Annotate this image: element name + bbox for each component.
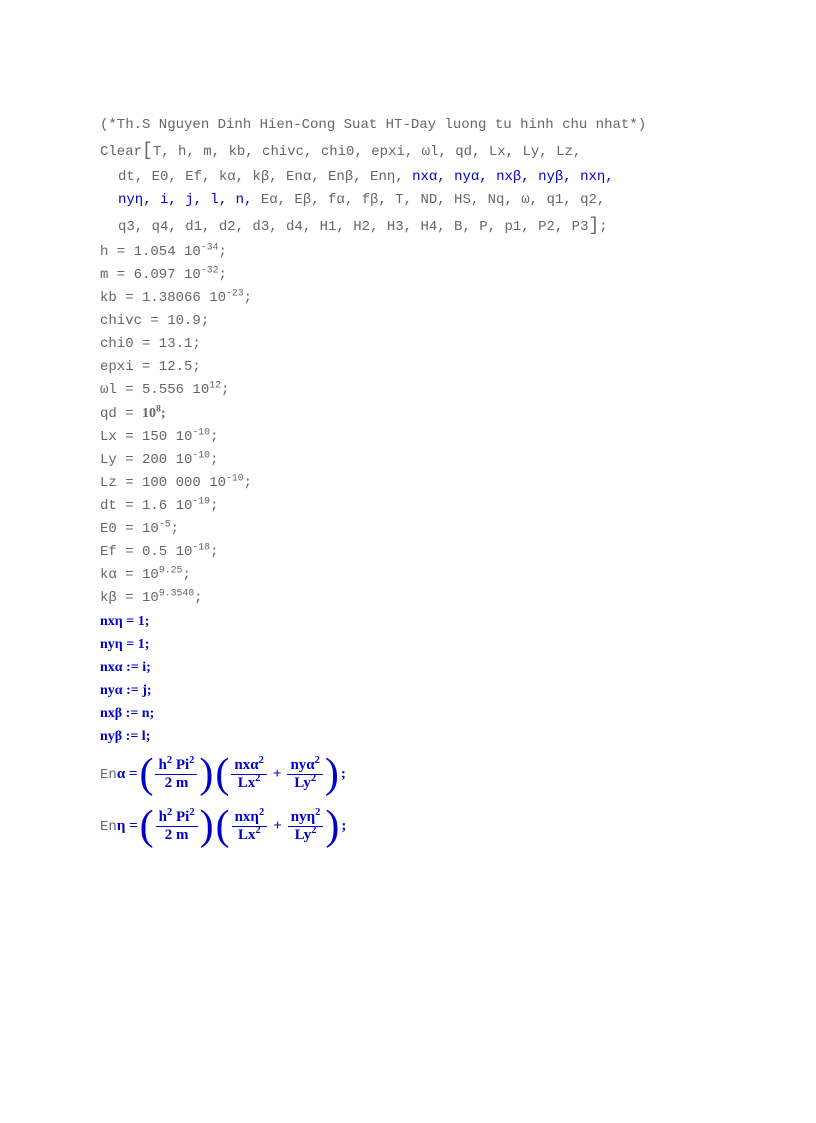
clear-call-line3: nyη, i, j, l, n, Eα, Eβ, fα, fβ, T, ND, … bbox=[100, 190, 720, 211]
frac-nyeta: nyη2 Ly2 bbox=[288, 809, 324, 843]
assign-kb: kb = 1.38066 10-23; bbox=[100, 288, 720, 309]
assign-nxbeta: nxβ := n; bbox=[100, 703, 720, 724]
clear-args-1: T, h, m, kb, chivc, chi0, epxi, ωl, qd, … bbox=[153, 144, 581, 160]
clear-args-2a: dt, E0, Ef, kα, kβ, Enα, Enβ, Enη, bbox=[118, 169, 412, 185]
assign-Lx: Lx = 150 10-10; bbox=[100, 427, 720, 448]
document-page: (*Th.S Nguyen Dinh Hien-Cong Suat HT-Day… bbox=[100, 115, 720, 857]
assign-nybeta: nyβ := l; bbox=[100, 726, 720, 747]
assign-dt: dt = 1.6 10-19; bbox=[100, 496, 720, 517]
assign-nxeta: nxη = 1; bbox=[100, 611, 720, 632]
clear-args-3b: Eα, Eβ, fα, fβ, T, ND, HS, Nq, ω, q1, q2… bbox=[252, 192, 605, 208]
assign-nyalpha: nyα := j; bbox=[100, 680, 720, 701]
eneta-prefix: En bbox=[100, 819, 117, 835]
assign-wl: ωl = 5.556 1012; bbox=[100, 380, 720, 401]
assign-kbeta: kβ = 109.3540; bbox=[100, 588, 720, 609]
clear-args-3a: nyη, i, j, l, n, bbox=[118, 192, 252, 208]
frac-nxalpha: nxα2 Lx2 bbox=[231, 757, 266, 791]
assign-nxalpha: nxα := i; bbox=[100, 657, 720, 678]
assign-E0: E0 = 10-5; bbox=[100, 519, 720, 540]
enalpha-lhs: α = bbox=[117, 766, 138, 782]
assign-ka: kα = 109.25; bbox=[100, 565, 720, 586]
frac-hpi-2: h2 Pi2 2 m bbox=[156, 809, 198, 843]
assign-nyeta: nyη = 1; bbox=[100, 634, 720, 655]
assign-Ef: Ef = 0.5 10-18; bbox=[100, 542, 720, 563]
equation-en-alpha: Enα = ( h2 Pi2 2 m ) ( nxα2 Lx2 + nyα2 L… bbox=[100, 753, 720, 795]
assign-epxi: epxi = 12.5; bbox=[100, 357, 720, 378]
clear-args-2b: nxα, nyα, nxβ, nyβ, nxη, bbox=[412, 169, 614, 185]
assign-chivc: chivc = 10.9; bbox=[100, 311, 720, 332]
assign-Ly: Ly = 200 10-10; bbox=[100, 450, 720, 471]
frac-nyalpha: nyα2 Ly2 bbox=[287, 757, 322, 791]
clear-call-line4: q3, q4, d1, d2, d3, d4, H1, H2, H3, H4, … bbox=[100, 213, 720, 240]
assign-Lz: Lz = 100 000 10-10; bbox=[100, 473, 720, 494]
eneta-lhs: η = bbox=[117, 818, 138, 834]
code-comment: (*Th.S Nguyen Dinh Hien-Cong Suat HT-Day… bbox=[100, 115, 720, 136]
frac-nxeta: nxη2 Lx2 bbox=[232, 809, 268, 843]
clear-call-line1: Clear[T, h, m, kb, chivc, chi0, epxi, ωl… bbox=[100, 138, 720, 165]
semi-2: ; bbox=[341, 815, 346, 838]
qd-lhs: qd = bbox=[100, 406, 142, 422]
assign-qd: qd = 108; bbox=[100, 403, 720, 425]
assign-h: h = 1.054 10-34; bbox=[100, 242, 720, 263]
clear-fn: Clear bbox=[100, 144, 142, 160]
assign-chi0: chi0 = 13.1; bbox=[100, 334, 720, 355]
clear-args-4: q3, q4, d1, d2, d3, d4, H1, H2, H3, H4, … bbox=[118, 219, 588, 235]
semi: ; bbox=[341, 763, 346, 786]
clear-call-line2: dt, E0, Ef, kα, kβ, Enα, Enβ, Enη, nxα, … bbox=[100, 167, 720, 188]
assign-m: m = 6.097 10-32; bbox=[100, 265, 720, 286]
qd-val: 108; bbox=[142, 406, 166, 421]
enalpha-prefix: En bbox=[100, 767, 117, 783]
equation-en-eta: Enη = ( h2 Pi2 2 m ) ( nxη2 Lx2 + nyη2 L… bbox=[100, 805, 720, 847]
frac-hpi: h2 Pi2 2 m bbox=[155, 757, 197, 791]
